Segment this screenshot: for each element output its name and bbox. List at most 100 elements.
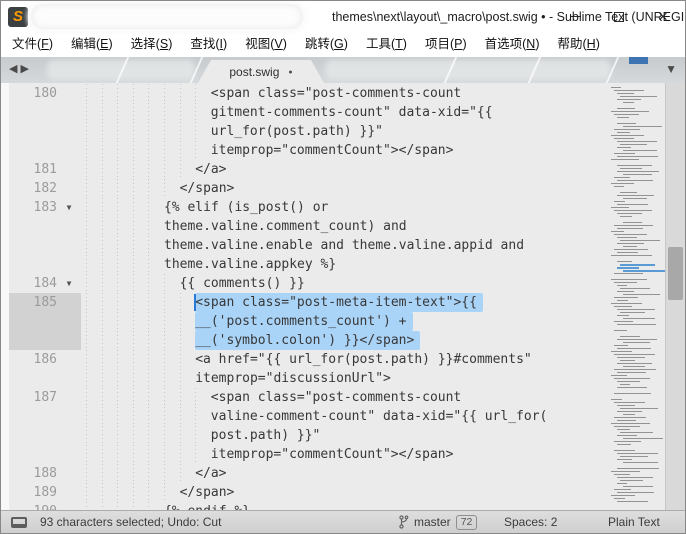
code-text-cell[interactable]: </span>	[81, 483, 607, 502]
minimap-line	[623, 126, 662, 127]
tab-redacted-right[interactable]	[325, 60, 611, 80]
fold-arrow-icon[interactable]: ▼	[57, 274, 81, 293]
minimap-line	[614, 186, 624, 187]
menu-item[interactable]: 编辑(E)	[62, 32, 122, 57]
minimap-line	[617, 132, 630, 133]
fold-gutter	[57, 103, 81, 122]
menu-item[interactable]: 查找(I)	[181, 32, 236, 57]
line-number[interactable]: 183	[9, 198, 57, 217]
code-text-cell[interactable]: </span>	[81, 179, 607, 198]
code-text-cell[interactable]: <span class="post-comments-count	[81, 388, 607, 407]
minimap-line	[614, 498, 625, 499]
code-text-cell[interactable]: <span class="post-meta-item-text">{{	[81, 293, 607, 312]
code-text-cell[interactable]: </a>	[81, 160, 607, 179]
code-text-cell[interactable]: itemprop="commentCount"></span>	[81, 445, 607, 464]
code-text-cell[interactable]: url_for(post.path) }}"	[81, 122, 607, 141]
menu-item[interactable]: 跳转(G)	[296, 32, 357, 57]
code-text: </span>	[180, 179, 235, 198]
tab-back-icon[interactable]: ◀	[9, 63, 20, 75]
code-line-row: itemprop="commentCount"></span>	[1, 445, 607, 464]
minimap[interactable]	[607, 83, 665, 510]
minimap-line	[620, 192, 637, 193]
minimap-line	[623, 150, 657, 151]
tab-nav-arrows[interactable]: ◀▶	[9, 62, 32, 75]
code-text-cell[interactable]: itemprop="discussionUrl">	[81, 369, 607, 388]
minimap-line	[614, 249, 648, 250]
code-text-cell[interactable]: theme.valine.comment_count) and	[81, 217, 607, 236]
menu-item[interactable]: 工具(T)	[357, 32, 416, 57]
gutter	[9, 103, 81, 122]
code-text-cell[interactable]: post.path) }}"	[81, 426, 607, 445]
line-number	[9, 426, 57, 445]
minimap-line	[611, 183, 634, 184]
line-number[interactable]: 180	[9, 84, 57, 103]
fold-gutter	[57, 445, 81, 464]
code-text-cell[interactable]: __('symbol.colon') }}</span>	[81, 331, 607, 350]
code-text-cell[interactable]: </a>	[81, 464, 607, 483]
menu-item[interactable]: 文件(F)	[3, 32, 62, 57]
minimap-line	[614, 153, 635, 154]
fold-gutter	[57, 350, 81, 369]
tab-overflow-icon[interactable]: ▼	[665, 62, 677, 76]
minimap-line	[617, 405, 635, 406]
code-line-row: __('post.comments_count') +	[1, 312, 607, 331]
line-number[interactable]: 182	[9, 179, 57, 198]
gutter	[9, 255, 81, 274]
line-number[interactable]: 188	[9, 464, 57, 483]
line-number[interactable]: 186	[9, 350, 57, 369]
code-line-row: itemprop="discussionUrl">	[1, 369, 607, 388]
gutter: 182	[9, 179, 81, 198]
menu-item[interactable]: 帮助(H)	[549, 32, 609, 57]
code-text-cell[interactable]: theme.valine.enable and theme.valine.app…	[81, 236, 607, 255]
code-text-cell[interactable]: valine-comment-count" data-xid="{{ url_f…	[81, 407, 607, 426]
code-text-cell[interactable]: {% elif (is_post() or	[81, 198, 607, 217]
panel-toggle-icon[interactable]	[11, 517, 27, 528]
minimap-line	[611, 135, 644, 136]
code-line-row: valine-comment-count" data-xid="{{ url_f…	[1, 407, 607, 426]
line-number[interactable]: 189	[9, 483, 57, 502]
minimap-line	[617, 309, 655, 310]
gutter	[9, 141, 81, 160]
syntax-status[interactable]: Plain Text	[608, 515, 660, 529]
minimap-line	[614, 417, 646, 418]
line-number	[9, 141, 57, 160]
menu-item[interactable]: 视图(V)	[236, 32, 296, 57]
vertical-scrollbar[interactable]	[665, 83, 685, 510]
line-number[interactable]: 181	[9, 160, 57, 179]
code-text-cell[interactable]: <span class="post-comments-count	[81, 84, 607, 103]
minimap-line	[617, 357, 645, 358]
fold-arrow-icon[interactable]: ▼	[57, 198, 81, 217]
scrollbar-thumb[interactable]	[668, 247, 683, 300]
code-line-row: 188 </a>	[1, 464, 607, 483]
menu-item[interactable]: 选择(S)	[122, 32, 182, 57]
code-text: </span>	[180, 483, 235, 502]
code-text: url_for(post.path) }}"	[211, 122, 383, 141]
code-text-cell[interactable]: {% endif %}	[81, 502, 607, 510]
code-view[interactable]: 180<span class="post-comments-countgitme…	[1, 84, 607, 510]
line-number[interactable]: 184	[9, 274, 57, 293]
tab-post-swig[interactable]: post.swig ●	[198, 60, 324, 83]
minimap-line	[614, 321, 633, 322]
code-text: valine-comment-count" data-xid="{{ url_f…	[211, 407, 548, 426]
editor-area[interactable]: 180<span class="post-comments-countgitme…	[1, 83, 685, 510]
code-text-cell[interactable]: <a href="{{ url_for(post.path) }}#commen…	[81, 350, 607, 369]
line-number[interactable]: 187	[9, 388, 57, 407]
code-text: gitment-comments-count" data-xid="{{	[211, 103, 493, 122]
indentation-status[interactable]: Spaces: 2	[504, 515, 557, 529]
git-branch-status[interactable]: master 72	[399, 515, 477, 530]
minimap-line	[614, 138, 634, 139]
code-text-cell[interactable]: gitment-comments-count" data-xid="{{	[81, 103, 607, 122]
code-text-cell[interactable]: __('post.comments_count') +	[81, 312, 607, 331]
menu-item[interactable]: 首选项(N)	[476, 32, 549, 57]
code-text-cell[interactable]: {{ comments() }}	[81, 274, 607, 293]
line-number[interactable]: 185	[9, 293, 57, 312]
minimap-line	[620, 312, 645, 313]
tab-forward-icon[interactable]: ▶	[20, 63, 31, 75]
minimap-line	[617, 300, 628, 301]
minimap-line	[614, 177, 630, 178]
menu-item[interactable]: 项目(P)	[416, 32, 476, 57]
code-text-cell[interactable]: theme.valine.appkey %}	[81, 255, 607, 274]
line-number[interactable]: 190	[9, 502, 57, 510]
code-text-cell[interactable]: itemprop="commentCount"></span>	[81, 141, 607, 160]
minimap-line	[611, 159, 639, 160]
